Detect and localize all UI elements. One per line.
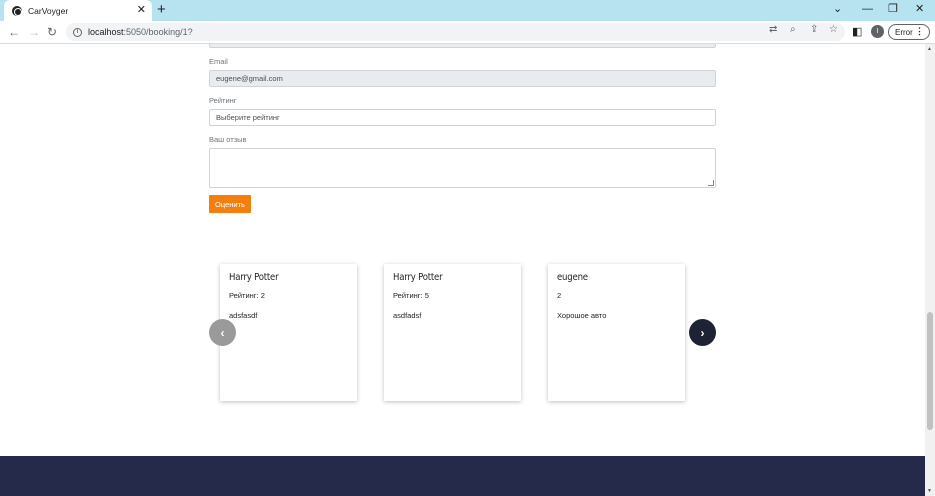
reviewer-name: eugene <box>557 272 588 283</box>
reviewer-name: Harry Potter <box>229 272 279 283</box>
close-tab-icon[interactable]: ✕ <box>137 5 146 16</box>
review-text: adsfasdf <box>229 311 258 320</box>
url-host: localhost <box>88 27 124 37</box>
carousel-prev-button[interactable]: ‹ <box>209 319 236 346</box>
scroll-down-icon[interactable]: ▼ <box>927 488 932 494</box>
carousel-next-button[interactable]: › <box>689 319 716 346</box>
zoom-icon[interactable]: ⌕ <box>790 23 796 37</box>
email-field: eugene@gmail.com <box>209 70 716 87</box>
error-button[interactable]: Error ⋮ <box>888 24 930 40</box>
error-label: Error <box>895 27 913 37</box>
translate-icon[interactable]: ⇄ <box>769 23 777 37</box>
review-label: Ваш отзыв <box>209 135 247 144</box>
name-field <box>209 44 716 48</box>
review-text: asdfadsf <box>393 311 422 320</box>
rating-label: Рейтинг <box>209 96 237 105</box>
review-card: eugene 2 Хорошое авто <box>548 264 685 401</box>
close-window-icon[interactable]: ✕ <box>915 2 924 16</box>
restore-icon[interactable]: ❐ <box>888 2 898 16</box>
back-arrow-icon[interactable]: ← <box>8 24 20 40</box>
tab-title: CarVoyger <box>28 5 69 16</box>
site-footer <box>0 456 925 496</box>
email-label: Email <box>209 57 228 66</box>
site-info-icon[interactable]: i <box>73 27 82 37</box>
reviewer-name: Harry Potter <box>393 272 443 283</box>
review-text: Хорошое авто <box>557 311 607 320</box>
review-textarea[interactable] <box>209 148 716 188</box>
review-card: Harry Potter Рейтинг: 2 adsfasdf <box>220 264 357 401</box>
page-viewport: Email eugene@gmail.com Рейтинг Выберите … <box>0 44 925 496</box>
review-rating: 2 <box>557 291 562 300</box>
scrollbar-thumb[interactable] <box>927 312 933 430</box>
minimize-icon[interactable]: — <box>862 2 873 16</box>
review-card: Harry Potter Рейтинг: 5 asdfadsf <box>384 264 521 401</box>
browser-toolbar: ← → ↻ i localhost:5050/booking/1? ⇄ ⌕ ⇪ … <box>0 21 935 44</box>
star-icon[interactable]: ☆ <box>829 23 838 37</box>
globe-icon <box>12 5 22 16</box>
page-scrollbar[interactable]: ▲ ▼ <box>925 44 935 496</box>
tab-search-icon[interactable]: ⌄ <box>833 2 842 16</box>
sidebar-icon[interactable]: ◧ <box>852 25 862 39</box>
submit-rating-button[interactable]: Оценить <box>209 195 251 213</box>
scroll-up-icon[interactable]: ▲ <box>927 46 932 52</box>
reload-icon[interactable]: ↻ <box>47 24 57 40</box>
new-tab-button[interactable]: + <box>157 2 166 18</box>
rating-select[interactable]: Выберите рейтинг <box>209 109 716 126</box>
forward-arrow-icon[interactable]: → <box>28 24 40 40</box>
chevron-right-icon: › <box>700 325 705 340</box>
url-text: localhost:5050/booking/1? <box>88 27 193 37</box>
tab-strip: CarVoyger ✕ + ⌄ — ❐ ✕ <box>0 0 935 21</box>
avatar[interactable]: I <box>871 25 884 38</box>
review-rating: Рейтинг: 5 <box>393 291 429 300</box>
review-rating: Рейтинг: 2 <box>229 291 265 300</box>
resize-grip-icon[interactable] <box>708 180 714 186</box>
browser-tab[interactable]: CarVoyger ✕ <box>4 0 152 21</box>
chevron-left-icon: ‹ <box>220 325 225 340</box>
url-path: :5050/booking/1? <box>123 27 193 37</box>
address-bar[interactable]: i localhost:5050/booking/1? <box>66 23 845 41</box>
menu-dots-icon[interactable]: ⋮ <box>915 26 924 37</box>
share-icon[interactable]: ⇪ <box>810 23 818 37</box>
